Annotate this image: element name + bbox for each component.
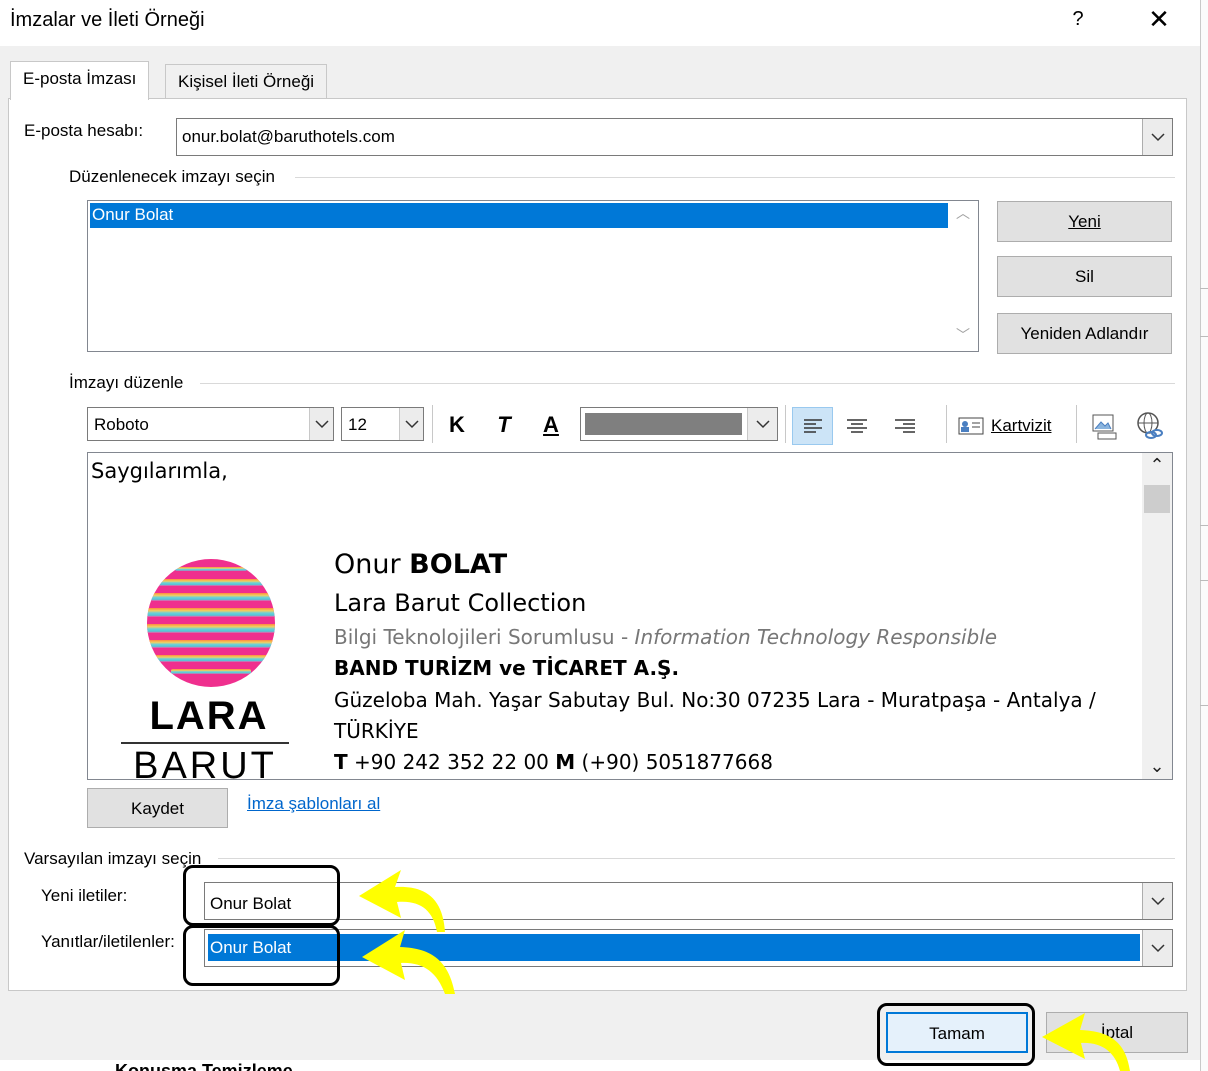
section-divider [218, 858, 1175, 859]
align-right-icon [895, 419, 915, 433]
background-text: Konuşma Temizleme [115, 1061, 293, 1071]
lara-barut-logo: LARA BARUT [119, 557, 291, 780]
background-divider [1200, 336, 1208, 337]
chevron-down-icon[interactable] [309, 408, 333, 440]
toolbar-separator [1076, 405, 1077, 443]
font-value: Roboto [94, 415, 149, 434]
signature-country: TÜRKİYE [334, 719, 419, 743]
save-button[interactable]: Kaydet [87, 788, 228, 828]
new-button[interactable]: Yeni [997, 201, 1172, 242]
account-value: onur.bolat@baruthotels.com [182, 127, 395, 146]
insert-picture-button[interactable] [1090, 411, 1118, 446]
logo-text-lara: LARA [149, 694, 269, 738]
align-right-button[interactable] [895, 418, 915, 438]
list-scrollbar[interactable]: ︿ ﹀ [948, 201, 978, 351]
underline-button[interactable]: A [535, 412, 567, 438]
delete-button[interactable]: Sil [997, 256, 1172, 297]
get-templates-link[interactable]: İmza şablonları al [247, 794, 380, 814]
insert-hyperlink-button[interactable] [1136, 411, 1166, 446]
annotation-box [183, 865, 340, 926]
background-window-edge [1200, 0, 1208, 1071]
editor-scrollbar[interactable]: ⌃ ⌄ [1142, 453, 1172, 779]
scroll-down-icon[interactable]: ⌄ [1142, 756, 1172, 777]
italic-button[interactable]: T [488, 412, 520, 438]
background-divider [1200, 288, 1208, 289]
list-item[interactable]: Onur Bolat [90, 203, 948, 228]
signature-list[interactable]: Onur Bolat ︿ ﹀ [87, 200, 979, 352]
align-left-icon [804, 419, 822, 433]
annotation-arrow [362, 930, 455, 994]
toolbar-separator [785, 405, 786, 443]
scroll-up-icon[interactable]: ⌃ [1142, 455, 1172, 476]
new-messages-label: Yeni iletiler: [41, 886, 128, 905]
edit-signature-label: İmzayı düzenle [69, 373, 184, 392]
logo-divider [121, 742, 289, 744]
background-divider [1200, 525, 1208, 526]
annotation-box [877, 1003, 1035, 1066]
scroll-thumb[interactable] [1144, 485, 1170, 513]
signature-hotel: Lara Barut Collection [334, 589, 587, 617]
chevron-down-icon[interactable] [399, 408, 423, 440]
replies-label: Yanıtlar/iletilenler: [41, 932, 175, 951]
chevron-down-icon[interactable] [747, 408, 777, 440]
logo-text-barut: BARUT [133, 745, 277, 780]
bold-button[interactable]: K [441, 412, 473, 438]
align-center-button[interactable] [847, 418, 867, 438]
toolbar-separator [946, 405, 947, 443]
account-select[interactable]: onur.bolat@baruthotels.com [176, 118, 1173, 156]
scroll-down-icon[interactable]: ﹀ [948, 325, 978, 349]
font-size-select[interactable]: 12 [341, 407, 424, 441]
signature-company: BAND TURİZM ve TİCARET A.Ş. [334, 656, 680, 680]
default-signature-label: Varsayılan imzayı seçin [24, 849, 202, 868]
help-button[interactable]: ? [1063, 8, 1093, 31]
chevron-down-icon[interactable] [1142, 930, 1172, 966]
picture-icon [1092, 414, 1117, 440]
font-select[interactable]: Roboto [87, 407, 334, 441]
chevron-down-icon[interactable] [1142, 119, 1172, 155]
signature-address: Güzeloba Mah. Yaşar Sabutay Bul. No:30 0… [334, 688, 1096, 712]
annotation-box [183, 925, 340, 986]
dialog-title: İmzalar ve İleti Örneği [10, 9, 205, 31]
chevron-down-icon[interactable] [1142, 883, 1172, 919]
align-center-icon [847, 419, 867, 433]
tab-email-signature[interactable]: E-posta İmzası [10, 61, 150, 100]
select-signature-label: Düzenlenecek imzayı seçin [69, 167, 275, 186]
background-divider [1200, 580, 1208, 581]
business-card-icon [958, 417, 984, 435]
font-size-value: 12 [348, 415, 367, 434]
greeting-text: Saygılarımla, [91, 459, 228, 483]
scroll-up-icon[interactable]: ︿ [948, 203, 978, 227]
signature-editor[interactable]: Saygılarımla, LARA BARUT Onur BOLAT Lara… [87, 452, 1173, 780]
font-color-select[interactable] [580, 407, 778, 441]
color-swatch [585, 413, 742, 435]
toolbar-separator [432, 405, 433, 443]
section-divider [295, 177, 1175, 178]
account-label: E-posta hesabı: [24, 121, 144, 140]
signature-name: Onur BOLAT [334, 549, 508, 580]
close-button[interactable]: ✕ [1143, 4, 1175, 35]
rename-button[interactable]: Yeniden Adlandır [997, 313, 1172, 354]
background-divider [1200, 705, 1208, 706]
align-left-button[interactable] [792, 407, 833, 445]
tab-personal-stationery[interactable]: Kişisel İleti Örneği [165, 64, 328, 100]
annotation-arrow [1042, 1013, 1130, 1071]
globe-link-icon [1137, 412, 1163, 439]
signature-phones: T +90 242 352 22 00 M (+90) 5051877668 [334, 750, 773, 774]
section-divider [200, 383, 1175, 384]
signature-title: Bilgi Teknolojileri Sorumlusu - Informat… [334, 625, 998, 649]
